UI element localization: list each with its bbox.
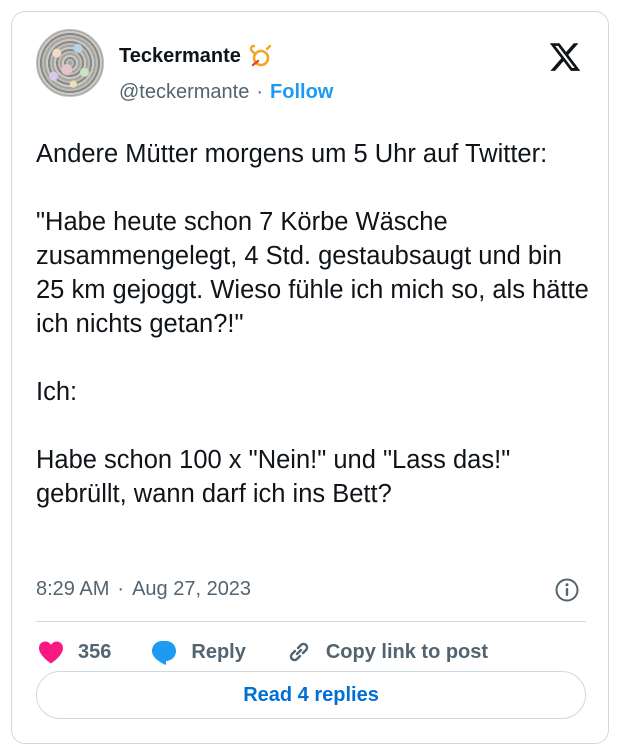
tweet-card: Teckermante @teckermante · Follow Andere…: [11, 11, 609, 744]
meta-separator: ·: [117, 578, 125, 600]
x-logo-icon[interactable]: [548, 40, 582, 74]
reply-bubble-icon: [152, 641, 177, 665]
link-icon: [289, 642, 309, 662]
like-button[interactable]: 356: [36, 637, 111, 667]
handle-row: @teckermante · Follow: [119, 81, 333, 104]
author-name-row: Teckermante: [119, 43, 273, 69]
display-name[interactable]: Teckermante: [119, 45, 241, 68]
read-replies-button[interactable]: Read 4 replies: [36, 671, 586, 719]
copy-link-button[interactable]: Copy link to post: [284, 637, 488, 667]
tweet-meta: 8:29 AM · Aug 27, 2023: [36, 578, 251, 601]
action-bar: 356 Reply Copy link to post: [36, 634, 526, 670]
follow-button[interactable]: Follow: [270, 81, 333, 104]
info-icon[interactable]: [554, 577, 580, 603]
post-horn-icon: [249, 44, 272, 67]
separator-dot: ·: [256, 81, 264, 103]
tweet-time[interactable]: 8:29 AM: [36, 578, 109, 601]
user-handle[interactable]: @teckermante: [119, 81, 249, 104]
copy-link-label: Copy link to post: [325, 640, 489, 663]
heart-icon: [39, 641, 63, 664]
divider: [36, 621, 586, 622]
avatar[interactable]: [36, 29, 104, 97]
reply-button[interactable]: Reply: [149, 637, 246, 667]
reply-label: Reply: [191, 640, 246, 663]
like-count: 356: [78, 640, 112, 663]
tweet-text: Andere Mütter morgens um 5 Uhr auf Twitt…: [36, 140, 589, 508]
tweet-date[interactable]: Aug 27, 2023: [132, 578, 251, 601]
